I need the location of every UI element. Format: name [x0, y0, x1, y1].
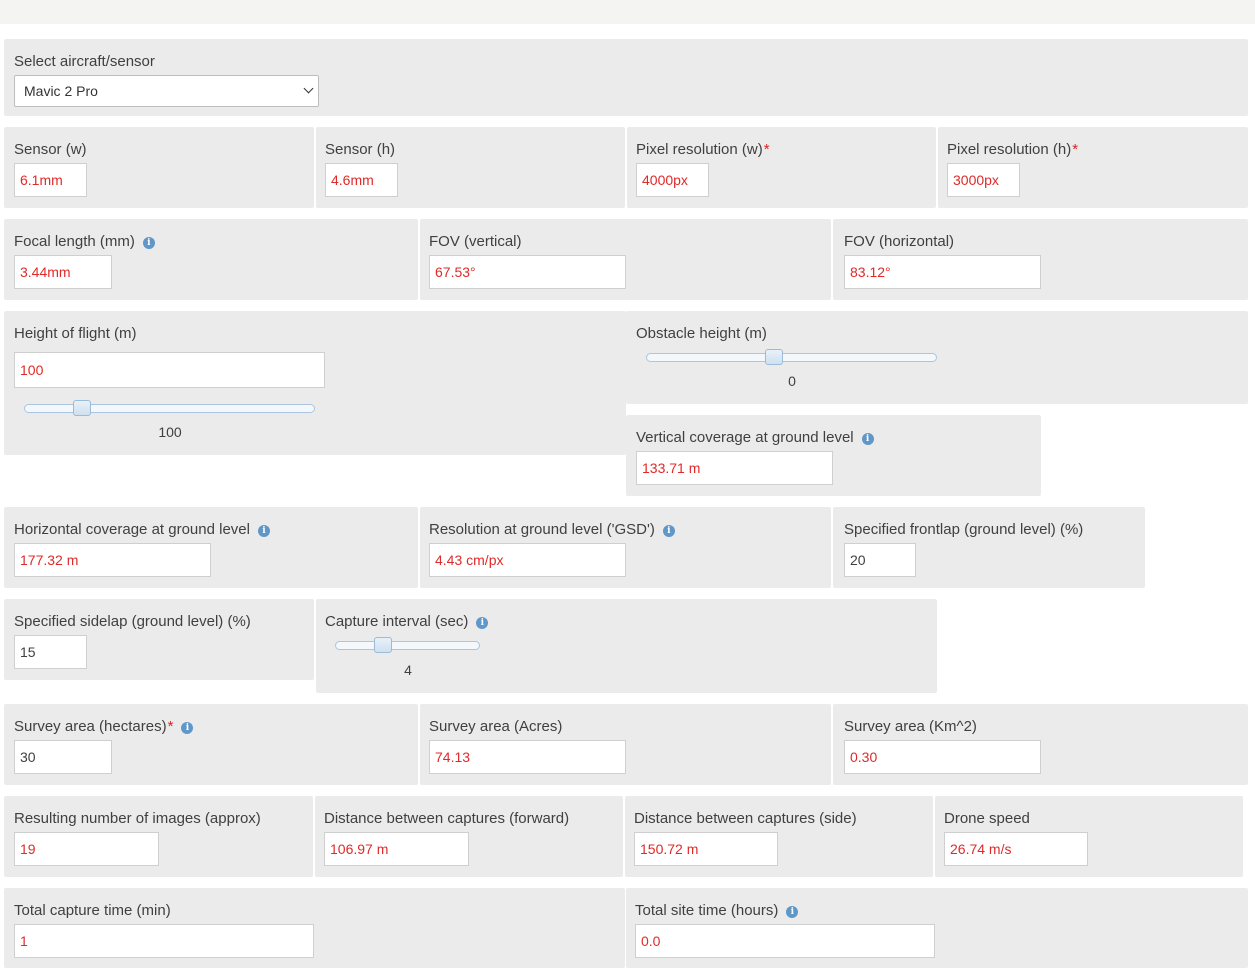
site-time-label: Total site time (hours) i [635, 902, 799, 920]
obstacle-label: Obstacle height (m) [636, 325, 767, 342]
info-icon[interactable]: i [142, 237, 155, 249]
dist-side-field[interactable]: 150.72 m [634, 832, 778, 866]
info-icon[interactable]: i [861, 433, 874, 445]
speed-label: Drone speed [944, 810, 1030, 827]
info-icon[interactable]: i [257, 525, 270, 537]
height-slider-value: 100 [158, 424, 182, 440]
sensor-w-field[interactable]: 6.1mm [14, 163, 87, 197]
sensor-h-label: Sensor (h) [325, 141, 396, 158]
fov-h-field[interactable]: 83.12° [844, 255, 1041, 289]
sensor-h-field[interactable]: 4.6mm [325, 163, 398, 197]
fov-v-field[interactable]: 67.53° [429, 255, 626, 289]
required-marker: * [167, 718, 174, 735]
aircraft-select[interactable]: Mavic 2 Pro [14, 75, 319, 107]
sidelap-label: Specified sidelap (ground level) (%) [14, 613, 251, 630]
area-km-label: Survey area (Km^2) [844, 718, 977, 735]
speed-field[interactable]: 26.74 m/s [944, 832, 1088, 866]
gsd-field[interactable]: 4.43 cm/px [429, 543, 626, 577]
area-ac-field[interactable]: 74.13 [429, 740, 626, 774]
obstacle-slider-handle[interactable] [765, 349, 784, 365]
area-ha-label: Survey area (hectares)* i [14, 718, 194, 736]
interval-slider-value: 4 [404, 662, 412, 678]
height-field[interactable]: 100 [14, 352, 325, 388]
hcov-label: Horizontal coverage at ground level i [14, 521, 270, 539]
pixel-h-label: Pixel resolution (h)* [947, 141, 1079, 158]
dist-fwd-label: Distance between captures (forward) [324, 810, 570, 827]
images-label: Resulting number of images (approx) [14, 810, 261, 827]
site-time-field[interactable]: 0.0 [635, 924, 935, 958]
pixel-w-label: Pixel resolution (w)* [636, 141, 770, 158]
required-marker: * [1072, 141, 1079, 158]
interval-slider-track[interactable] [335, 641, 480, 650]
area-km-field[interactable]: 0.30 [844, 740, 1041, 774]
fov-v-label: FOV (vertical) [429, 233, 522, 250]
gsd-label: Resolution at ground level ('GSD') i [429, 521, 675, 539]
dist-side-label: Distance between captures (side) [634, 810, 857, 827]
height-label: Height of flight (m) [14, 325, 137, 342]
top-bar [0, 0, 1255, 24]
sidelap-input[interactable]: 15 [14, 635, 87, 669]
interval-slider-handle[interactable] [373, 637, 392, 653]
pixel-w-field[interactable]: 4000px [636, 163, 709, 197]
vcov-field[interactable]: 133.71 m [636, 451, 833, 485]
obstacle-slider-track[interactable] [646, 353, 937, 362]
height-slider-track[interactable] [24, 404, 315, 413]
fov-h-label: FOV (horizontal) [844, 233, 955, 250]
height-slider-handle[interactable] [73, 400, 92, 416]
area-ha-input[interactable]: 30 [14, 740, 112, 774]
info-icon[interactable]: i [181, 722, 194, 734]
obstacle-slider-value: 0 [788, 373, 796, 389]
images-field[interactable]: 19 [14, 832, 159, 866]
capture-time-field[interactable]: 1 [14, 924, 314, 958]
focal-label: Focal length (mm) i [14, 233, 155, 251]
frontlap-label: Specified frontlap (ground level) (%) [844, 521, 1084, 538]
required-marker: * [763, 141, 770, 158]
aircraft-selected-value: Mavic 2 Pro [24, 83, 98, 99]
pixel-h-field[interactable]: 3000px [947, 163, 1020, 197]
focal-field[interactable]: 3.44mm [14, 255, 112, 289]
frontlap-input[interactable]: 20 [844, 543, 916, 577]
aircraft-label: Select aircraft/sensor [14, 53, 155, 70]
area-ac-label: Survey area (Acres) [429, 718, 563, 735]
info-icon[interactable]: i [786, 906, 799, 918]
interval-label: Capture interval (sec) i [325, 613, 489, 631]
dist-fwd-field[interactable]: 106.97 m [324, 832, 469, 866]
chevron-down-icon [303, 83, 314, 94]
capture-time-label: Total capture time (min) [14, 902, 171, 919]
info-icon[interactable]: i [662, 525, 675, 537]
sensor-w-label: Sensor (w) [14, 141, 87, 158]
hcov-field[interactable]: 177.32 m [14, 543, 211, 577]
vcov-label: Vertical coverage at ground level i [636, 429, 874, 447]
info-icon[interactable]: i [476, 617, 489, 629]
